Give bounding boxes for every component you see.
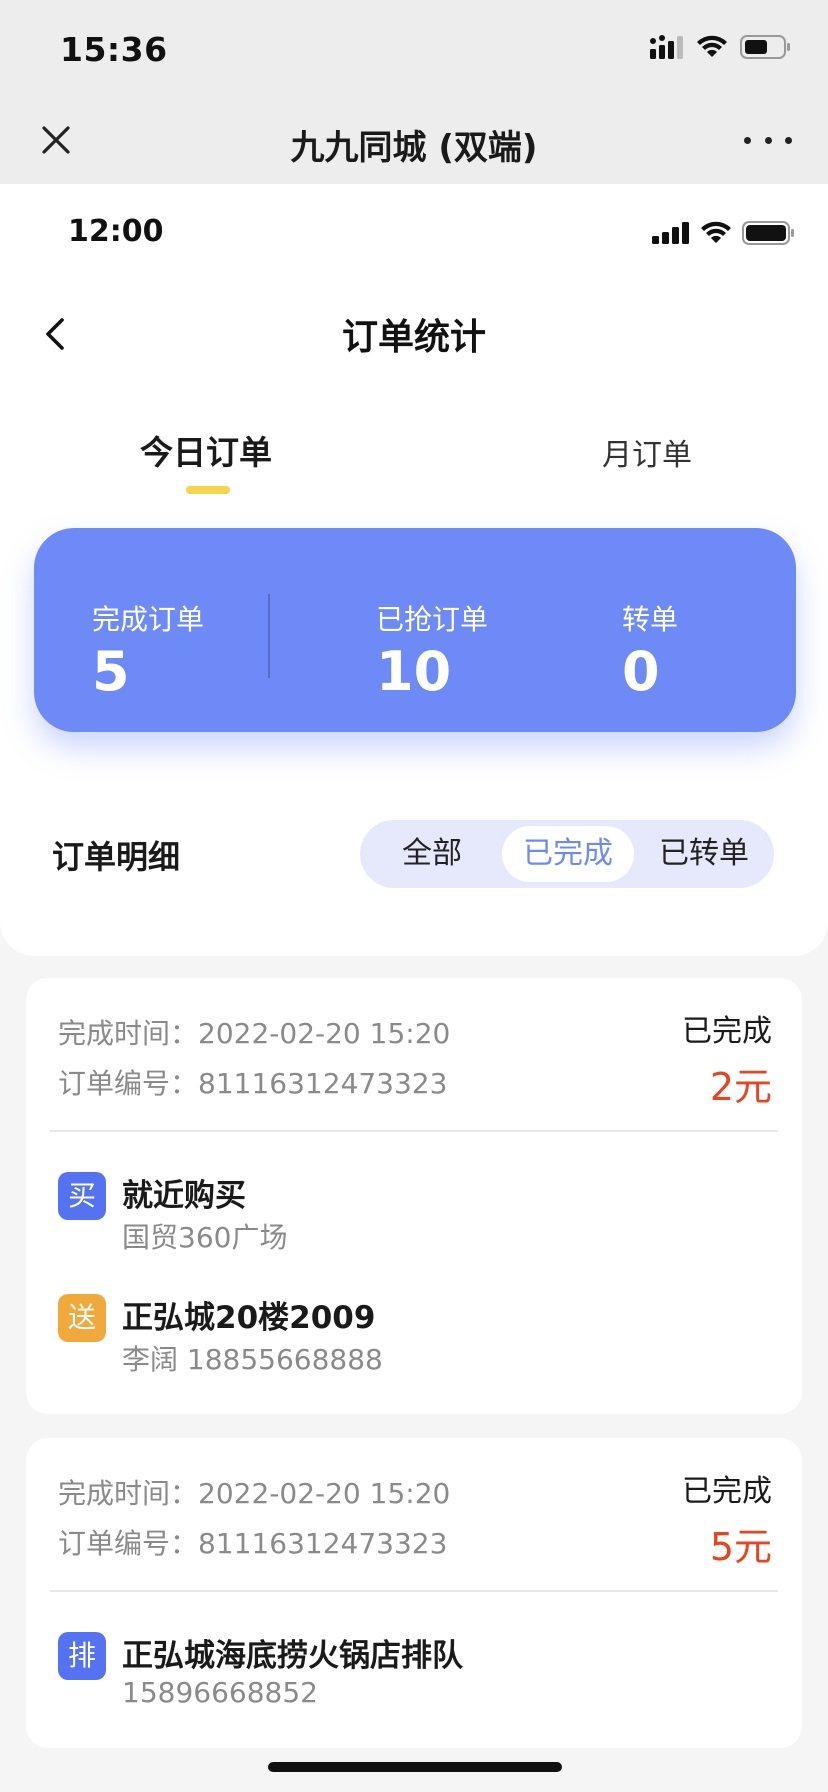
more-options-button[interactable]: [744, 128, 792, 152]
order-detail-title: 订单明细: [52, 838, 181, 876]
order-time-row: 完成时间：2022-02-20 15:20: [58, 1012, 450, 1052]
order-number-label: 订单编号：: [58, 1527, 199, 1560]
battery-icon: [740, 35, 790, 59]
outer-status-bar: 15:36: [0, 0, 828, 98]
filter-completed-button[interactable]: 已完成: [502, 826, 634, 882]
order-time-label: 完成时间：: [58, 1017, 199, 1050]
buy-badge-icon: 买: [58, 1172, 106, 1220]
order-time-value: 2022-02-20 15:20: [198, 1477, 451, 1510]
stop-subtitle: 国贸360广场: [122, 1221, 288, 1254]
order-price: 2元: [709, 1065, 772, 1109]
filter-transferred-button[interactable]: 已转单: [638, 826, 770, 882]
page-content: 12:00 订单统计 今日订单 月订单 完成订单 5 已抢订单 10 转单 0 …: [0, 184, 828, 956]
mini-program-title: 九九同城 (双端): [290, 128, 538, 168]
inner-status-icons: [652, 220, 796, 246]
order-card[interactable]: 完成时间：2022-02-20 15:20 订单编号：8111631247332…: [26, 1438, 802, 1748]
stop-subtitle: 15896668852: [122, 1676, 318, 1709]
stop-title: 就近购买: [122, 1178, 246, 1214]
stat-transferred-label: 转单: [622, 603, 679, 636]
queue-badge-icon: 排: [58, 1632, 106, 1680]
stat-grabbed-label: 已抢订单: [376, 603, 489, 636]
stats-card: 完成订单 5 已抢订单 10 转单 0: [34, 528, 796, 732]
order-number-value: 81116312473323: [198, 1527, 448, 1560]
outer-status-time: 15:36: [60, 30, 168, 69]
signal-icon: [652, 222, 689, 244]
order-status: 已完成: [682, 1474, 772, 1509]
order-status: 已完成: [682, 1014, 772, 1049]
filter-all-button[interactable]: 全部: [366, 826, 498, 882]
deliver-badge-icon: 送: [58, 1294, 106, 1342]
stat-completed-label: 完成订单: [92, 603, 205, 636]
card-divider: [50, 1130, 778, 1132]
stat-divider: [268, 594, 270, 678]
outer-status-icons: [650, 34, 792, 60]
stop-title: 正弘城海底捞火锅店排队: [122, 1638, 463, 1674]
stop-title: 正弘城20楼2009: [122, 1300, 376, 1336]
inner-status-time: 12:00: [68, 214, 164, 249]
page-title: 订单统计: [341, 317, 486, 358]
active-tab-indicator: [186, 486, 230, 494]
order-number-value: 81116312473323: [198, 1067, 448, 1100]
tab-month-orders[interactable]: 月订单: [602, 430, 692, 474]
wechat-nav-bar: 九九同城 (双端): [0, 98, 828, 184]
order-card[interactable]: 完成时间：2022-02-20 15:20 订单编号：8111631247332…: [26, 978, 802, 1414]
order-number-row: 订单编号：81116312473323: [58, 1522, 447, 1562]
signal-icon: [650, 35, 683, 59]
stat-transferred-value: 0: [622, 640, 660, 703]
more-dot-icon: [744, 136, 751, 144]
order-time-row: 完成时间：2022-02-20 15:20: [58, 1472, 450, 1512]
order-time-label: 完成时间：: [58, 1477, 199, 1510]
more-dot-icon: [764, 136, 772, 144]
battery-icon: [742, 221, 794, 245]
wifi-icon: [701, 221, 731, 243]
home-indicator: [268, 1762, 562, 1772]
stat-grabbed-value: 10: [376, 640, 452, 703]
stat-completed-value: 5: [92, 640, 130, 703]
order-filter-group: 全部 已完成 已转单: [360, 820, 774, 888]
order-number-row: 订单编号：81116312473323: [58, 1062, 447, 1102]
wifi-icon: [697, 35, 727, 57]
order-number-label: 订单编号：: [58, 1067, 199, 1100]
more-dot-icon: [785, 136, 792, 144]
stop-subtitle: 李阔 18855668888: [122, 1343, 383, 1376]
tab-today-orders[interactable]: 今日订单: [140, 426, 272, 474]
order-time-value: 2022-02-20 15:20: [198, 1017, 451, 1050]
card-divider: [50, 1590, 778, 1592]
order-price: 5元: [709, 1525, 772, 1569]
